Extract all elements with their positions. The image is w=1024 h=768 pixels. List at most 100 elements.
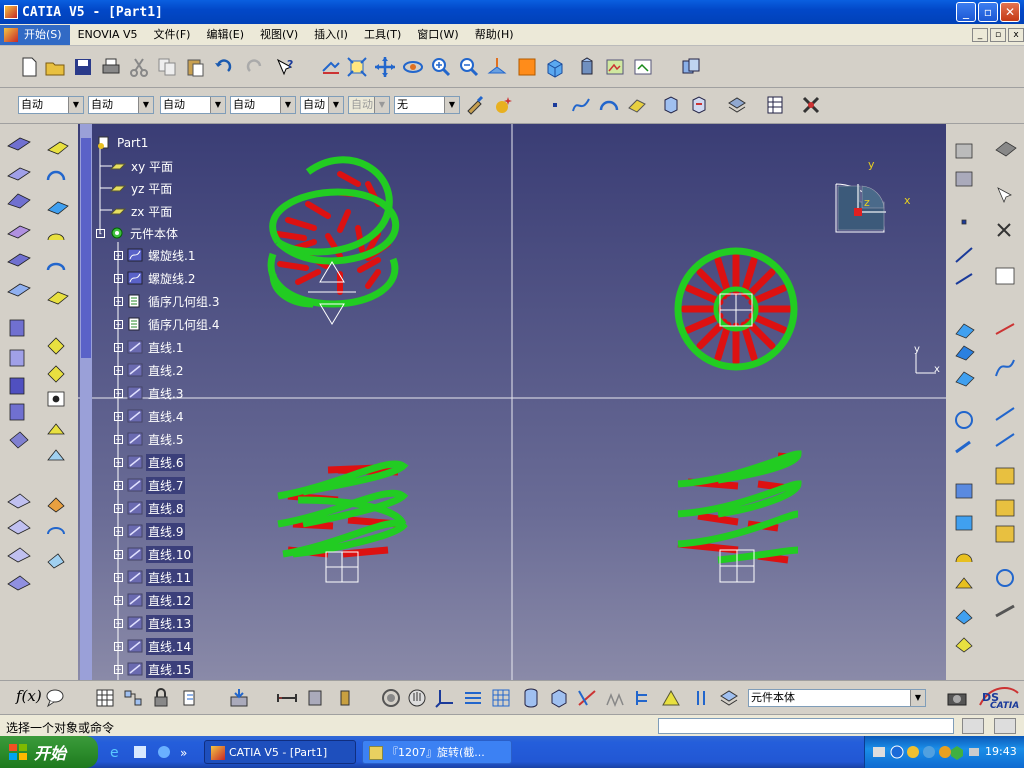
open-icon[interactable] [44,56,66,78]
tree-expand-icon[interactable] [632,687,654,709]
undo-icon[interactable] [212,56,234,78]
tree-item[interactable]: + 直线.7 [114,476,186,494]
menu-edit[interactable]: 编辑(E) [198,25,252,45]
sub-grid-icon[interactable] [122,687,144,709]
expand-icon[interactable]: + [114,296,123,306]
normal-view-icon[interactable] [486,56,508,78]
tree-scrollbar[interactable] [80,124,92,680]
3d-viewport[interactable]: y x z y x Part1 xy 平面 yz 平面 zx 平面 - 元件本体… [78,124,946,680]
reorder-icon[interactable] [228,687,250,709]
tree-item[interactable]: + 螺旋线.1 [114,246,197,264]
tray-icons[interactable] [871,744,981,760]
whats-this-help-icon[interactable]: ? [274,56,296,78]
doc-minimize-button[interactable]: _ [972,28,988,42]
helix-front-view-left[interactable] [277,460,409,583]
close-button[interactable]: ✕ [1000,2,1020,22]
tree-item[interactable]: + 直线.2 [114,361,185,379]
isometric-view-icon[interactable] [544,56,566,78]
tree-item[interactable]: + 循序几何组.3 [114,292,221,310]
left-toolbar-icons[interactable] [0,124,78,680]
menu-file[interactable]: 文件(F) [146,25,199,45]
tree-plane-xy[interactable]: xy 平面 [110,157,175,175]
menu-help[interactable]: 帮助(H) [467,25,522,45]
expand-icon[interactable]: + [114,664,123,674]
minimize-button[interactable]: _ [956,2,976,22]
layer-select[interactable]: 无 ▼ [394,96,460,114]
expand-icon[interactable]: + [114,273,123,283]
work-object-icon[interactable] [718,687,740,709]
catalog-browser-icon[interactable] [680,56,702,78]
tree-item[interactable]: + 直线.6 [114,453,186,471]
print-icon[interactable] [100,56,122,78]
paste-icon[interactable] [184,56,206,78]
expand-icon[interactable]: + [114,365,123,375]
multi-view-icon[interactable] [516,56,538,78]
right-toolbar-icons[interactable] [946,124,1024,680]
color-select[interactable]: 自动 ▼ [18,96,84,114]
start-button[interactable]: 开始 [0,736,98,768]
tree-item[interactable]: + 直线.1 [114,338,185,356]
tree-plane-zx[interactable]: zx 平面 [110,202,174,220]
tree-scrollbar-thumb[interactable] [81,138,91,358]
redo-icon[interactable] [244,56,266,78]
knowledge-rule-icon[interactable] [180,687,202,709]
comment-icon[interactable] [44,687,66,709]
tree-item[interactable]: + 直线.14 [114,637,194,655]
cut-plane-icon[interactable] [576,687,598,709]
expand-icon[interactable]: + [114,342,123,352]
highlight-icon[interactable] [660,687,682,709]
helix-top-view[interactable] [674,247,798,371]
sketch-analysis-icon[interactable] [462,687,484,709]
menu-tools[interactable]: 工具(T) [356,25,409,45]
tree-plane-yz[interactable]: yz 平面 [110,179,174,197]
expand-icon[interactable]: + [114,434,123,444]
list-icon[interactable] [690,687,712,709]
transparency-select[interactable]: 自动 ▼ [88,96,154,114]
design-table-icon[interactable] [94,687,116,709]
copy-icon[interactable] [156,56,178,78]
fit-all-in-icon[interactable] [346,56,368,78]
menu-start[interactable]: 开始(S) [0,24,70,45]
menu-window[interactable]: 窗口(W) [409,25,466,45]
shading-icon[interactable] [576,56,598,78]
tree-item[interactable]: + 直线.5 [114,430,185,448]
doc-close-button[interactable]: x [1008,28,1024,42]
new-icon[interactable] [18,56,40,78]
expand-icon[interactable]: + [114,319,123,329]
task-browser[interactable]: 『1207』旋转(截... [362,740,512,764]
line-type-select[interactable]: 自动 ▼ [230,96,296,114]
expand-icon[interactable]: + [114,572,123,582]
hide-show-icon[interactable] [604,56,626,78]
tree-item[interactable]: + 直线.8 [114,499,186,517]
expand-icon[interactable]: + [114,388,123,398]
tree-body[interactable]: - 元件本体 [96,224,180,242]
apply-material-icon[interactable] [726,94,748,116]
expand-icon[interactable]: + [114,641,123,651]
expand-icon[interactable]: + [114,250,123,260]
status-button-2[interactable] [994,718,1016,734]
lock-icon[interactable] [150,687,172,709]
spring-icon[interactable] [604,687,626,709]
inertia-icon[interactable] [304,687,326,709]
grid-icon[interactable] [490,687,512,709]
expand-icon[interactable]: + [114,549,123,559]
axis-system-icon[interactable] [434,687,456,709]
rotate-icon[interactable] [402,56,424,78]
collapse-icon[interactable]: - [96,228,105,238]
expand-icon[interactable]: + [114,618,123,628]
table-icon[interactable] [764,94,786,116]
swept-icon[interactable] [380,687,402,709]
helix-front-view-right[interactable] [677,450,802,583]
tree-item[interactable]: + 螺旋线.2 [114,269,197,287]
zoom-in-icon[interactable] [430,56,452,78]
camera-icon[interactable] [946,687,968,709]
tree-item[interactable]: + 直线.9 [114,522,186,540]
formula-icon[interactable]: f(x) [16,687,42,705]
pan-icon[interactable] [374,56,396,78]
fly-mode-icon[interactable] [320,56,342,78]
quick-launch-icons[interactable]: e» [108,742,198,762]
current-body-select[interactable]: 元件本体 ▼ [748,689,926,707]
measure-between-icon[interactable] [660,94,682,116]
tree-item[interactable]: + 直线.10 [114,545,194,563]
line-thickness-select[interactable]: 自动 ▼ [160,96,226,114]
